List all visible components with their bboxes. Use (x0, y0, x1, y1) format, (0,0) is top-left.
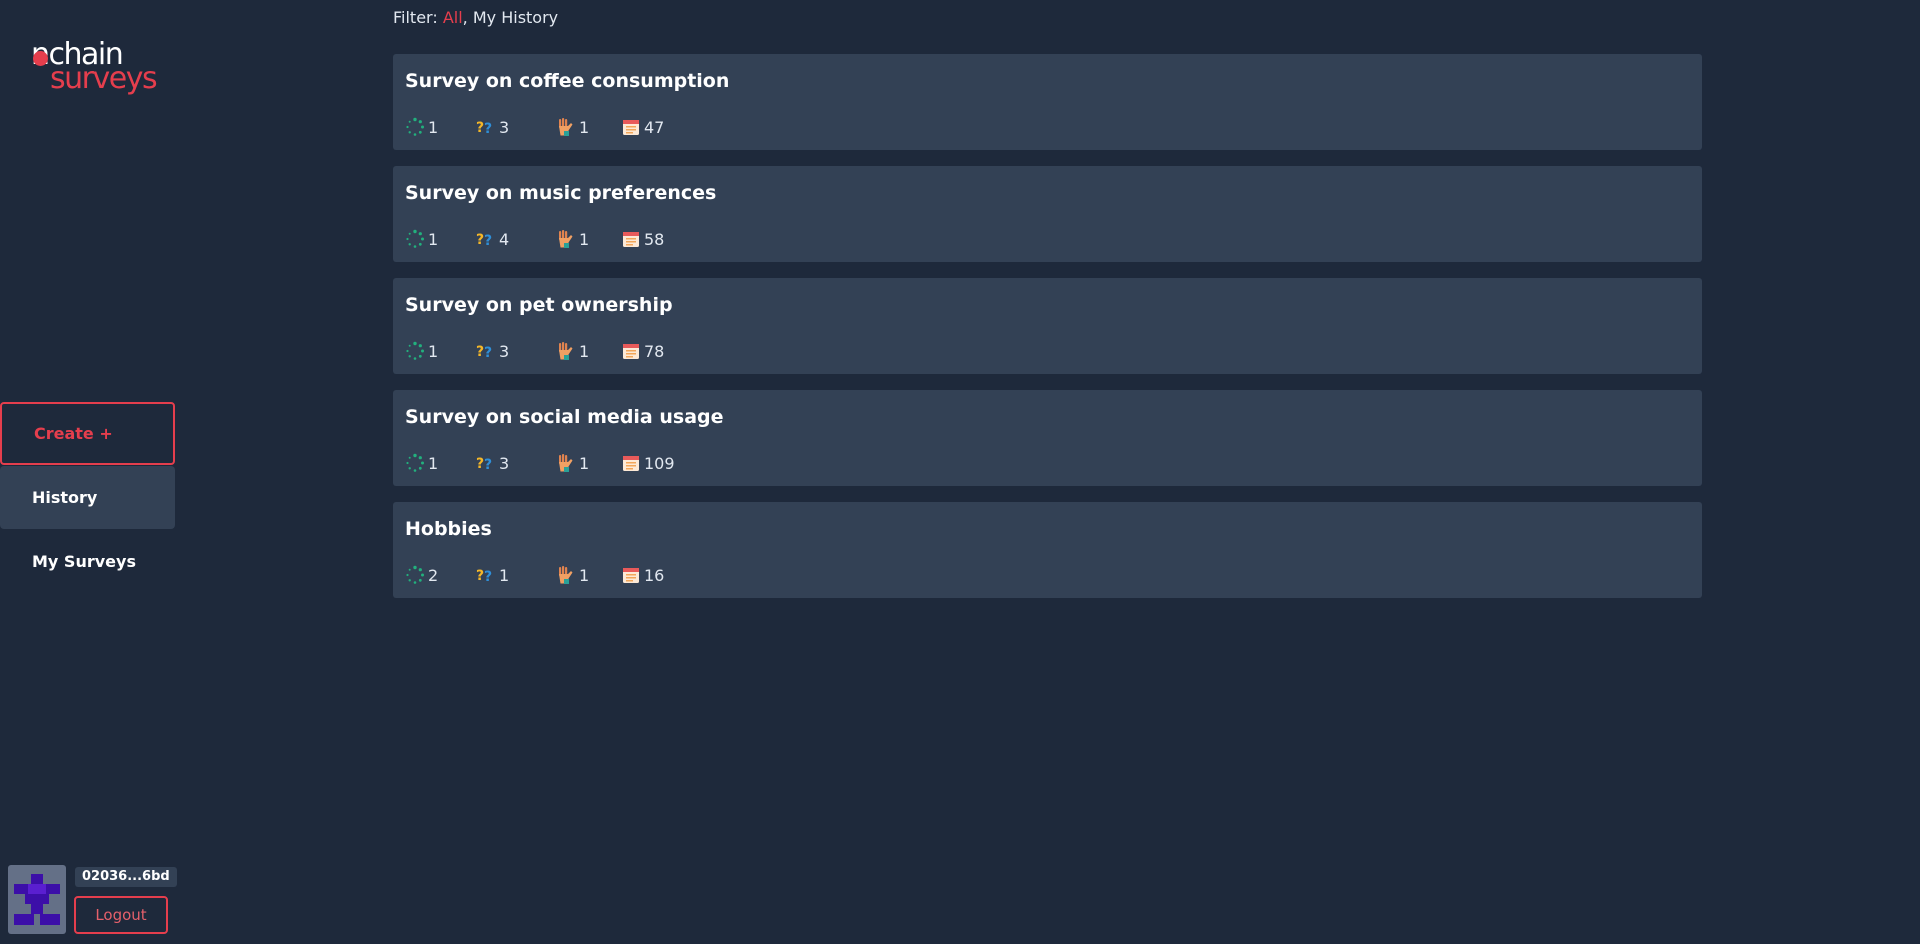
create-button[interactable]: Create + (0, 402, 175, 465)
filter-separator: , (462, 8, 468, 27)
stat-questions: 1 (476, 564, 509, 586)
stat-questions: 3 (476, 116, 509, 138)
stat-questions: 4 (476, 228, 509, 250)
stat-value: 1 (428, 341, 439, 361)
stat-participants: 1 (556, 228, 589, 250)
stat-status: 2 (405, 564, 438, 586)
stat-value: 3 (499, 341, 510, 361)
stat-calendar: 78 (621, 340, 664, 362)
raised-hand-icon (556, 229, 576, 249)
survey-card[interactable]: Survey on pet ownership 1 3 1 78 (393, 278, 1702, 374)
stat-calendar: 47 (621, 116, 664, 138)
nav-history[interactable]: History (0, 466, 175, 529)
stat-value: 109 (644, 453, 675, 473)
stat-value: 1 (579, 453, 590, 473)
raised-hand-icon (556, 565, 576, 585)
stat-value: 1 (579, 565, 590, 585)
stat-participants: 1 (556, 564, 589, 586)
filter-bar: Filter: All, My History (393, 8, 558, 27)
stat-value: 1 (579, 117, 590, 137)
stat-value: 2 (428, 565, 439, 585)
stat-value: 4 (499, 229, 510, 249)
stat-status: 1 (405, 228, 438, 250)
survey-card[interactable]: Survey on music preferences 1 4 1 58 (393, 166, 1702, 262)
survey-card[interactable]: Hobbies 2 1 1 16 (393, 502, 1702, 598)
survey-title: Survey on pet ownership (405, 294, 673, 316)
spinner-icon (405, 565, 425, 585)
stat-value: 1 (579, 229, 590, 249)
survey-title: Survey on social media usage (405, 406, 724, 428)
stat-value: 3 (499, 117, 510, 137)
stat-status: 1 (405, 116, 438, 138)
stat-value: 3 (499, 453, 510, 473)
logo-text-bottom: surveys (50, 61, 158, 96)
stat-participants: 1 (556, 116, 589, 138)
filter-all[interactable]: All (443, 8, 463, 27)
logo-dot (33, 51, 48, 66)
calendar-icon (621, 453, 641, 473)
nav-my-surveys[interactable]: My Surveys (0, 530, 175, 593)
question-marks-icon (476, 565, 496, 585)
calendar-icon (621, 341, 641, 361)
raised-hand-icon (556, 117, 576, 137)
stat-value: 1 (428, 229, 439, 249)
calendar-icon (621, 117, 641, 137)
question-marks-icon (476, 341, 496, 361)
stat-value: 58 (644, 229, 665, 249)
stat-status: 1 (405, 340, 438, 362)
stat-value: 1 (579, 341, 590, 361)
stat-questions: 3 (476, 340, 509, 362)
logout-button[interactable]: Logout (74, 896, 168, 934)
calendar-icon (621, 229, 641, 249)
survey-title: Survey on music preferences (405, 182, 717, 204)
question-marks-icon (476, 453, 496, 473)
stat-value: 1 (428, 117, 439, 137)
avatar (8, 865, 66, 934)
stat-calendar: 16 (621, 564, 664, 586)
spinner-icon (405, 229, 425, 249)
stat-participants: 1 (556, 340, 589, 362)
stat-value: 47 (644, 117, 665, 137)
question-marks-icon (476, 229, 496, 249)
stat-value: 16 (644, 565, 665, 585)
survey-card[interactable]: Survey on coffee consumption 1 3 1 47 (393, 54, 1702, 150)
question-marks-icon (476, 117, 496, 137)
app-logo[interactable]: nchain surveys (31, 38, 158, 96)
survey-card[interactable]: Survey on social media usage 1 3 1 109 (393, 390, 1702, 486)
stat-calendar: 109 (621, 452, 675, 474)
stat-status: 1 (405, 452, 438, 474)
stat-value: 1 (499, 565, 510, 585)
filter-my-history[interactable]: My History (473, 8, 558, 27)
calendar-icon (621, 565, 641, 585)
raised-hand-icon (556, 453, 576, 473)
raised-hand-icon (556, 341, 576, 361)
sidebar: nchain surveys Create + History My Surve… (0, 0, 177, 944)
survey-title: Survey on coffee consumption (405, 70, 730, 92)
stat-calendar: 58 (621, 228, 664, 250)
spinner-icon (405, 117, 425, 137)
stat-value: 1 (428, 453, 439, 473)
wallet-address: 02036...6bd (75, 867, 177, 887)
stat-value: 78 (644, 341, 665, 361)
survey-title: Hobbies (405, 518, 492, 540)
user-area: 02036...6bd Logout (8, 865, 177, 935)
spinner-icon (405, 341, 425, 361)
identicon-icon (14, 874, 60, 925)
stat-questions: 3 (476, 452, 509, 474)
spinner-icon (405, 453, 425, 473)
stat-participants: 1 (556, 452, 589, 474)
filter-label: Filter: (393, 8, 438, 27)
